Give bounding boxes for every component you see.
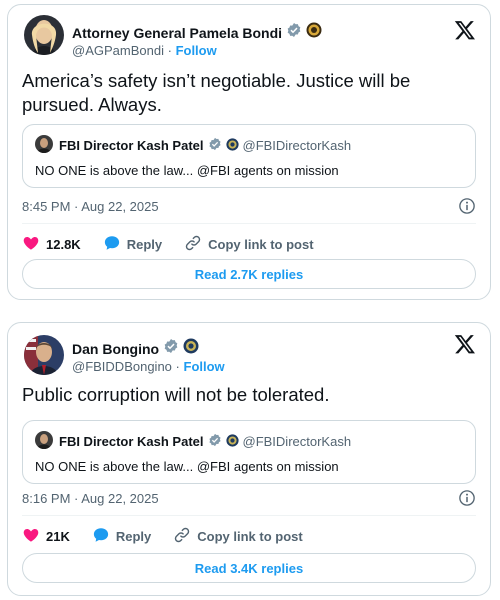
government-seal-icon [306,22,322,43]
quoted-post-text: NO ONE is above the law... @FBI agents o… [35,163,339,178]
quoted-post[interactable]: FBI Director Kash Patel @FBIDirectorKash… [22,124,476,188]
author-avatar[interactable] [24,335,64,375]
x-logo-icon[interactable] [454,19,476,41]
quoted-author-avatar [35,431,53,449]
link-icon [173,526,191,547]
post-card: Attorney General Pamela Bondi @AGPamBond… [7,4,491,300]
post-text: Public corruption will not be tolerated. [22,384,330,405]
copy-link-button[interactable]: Copy link to post [184,234,314,255]
action-bar: 21K Reply Copy link to post [22,526,476,547]
copy-link-button[interactable]: Copy link to post [173,526,303,547]
post-card: Dan Bongino @FBIDDBongino · Follow Publi… [7,322,491,596]
verified-badge-icon [208,137,222,154]
copy-link-label: Copy link to post [208,237,314,252]
heart-icon [22,234,40,255]
handle-row: @FBIDDBongino · Follow [72,359,225,374]
quoted-author-handle: @FBIDirectorKash [242,434,352,449]
follow-button[interactable]: Follow [176,43,217,58]
quoted-author-avatar [35,135,53,153]
quoted-post-text: NO ONE is above the law... @FBI agents o… [35,459,339,474]
separator: · [175,359,180,374]
info-icon[interactable] [458,197,476,215]
fbi-seal-icon [183,338,199,359]
x-logo-icon[interactable] [454,333,476,355]
separator: · [167,43,172,58]
copy-link-label: Copy link to post [197,529,303,544]
author-avatar[interactable] [24,15,64,55]
like-button[interactable]: 12.8K [22,234,81,255]
read-replies-button[interactable]: Read 2.7K replies [22,259,476,289]
divider [22,515,476,516]
action-bar: 12.8K Reply Copy link to post [22,234,476,255]
info-icon[interactable] [458,489,476,507]
author-name[interactable]: Dan Bongino [72,341,159,357]
quoted-author-name: FBI Director Kash Patel [59,138,204,153]
read-replies-button[interactable]: Read 3.4K replies [22,553,476,583]
author-handle[interactable]: @FBIDDBongino [72,359,172,374]
author-name[interactable]: Attorney General Pamela Bondi [72,25,282,41]
follow-button[interactable]: Follow [184,359,225,374]
like-count: 21K [46,529,70,544]
divider [22,223,476,224]
reply-label: Reply [126,237,163,252]
heart-icon [22,526,40,547]
handle-row: @AGPamBondi · Follow [72,43,217,58]
reply-label: Reply [115,529,152,544]
like-count: 12.8K [46,237,81,252]
verified-badge-icon [208,433,222,450]
reply-bubble-icon [103,234,121,255]
fbi-seal-icon [225,137,239,154]
verified-badge-icon [163,338,179,359]
reply-button[interactable]: Reply [92,526,151,547]
post-text: America’s safety isn’t negotiable. Justi… [22,70,411,115]
quoted-author-handle: @FBIDirectorKash [242,138,352,153]
like-button[interactable]: 21K [22,526,70,547]
link-icon [184,234,202,255]
post-timestamp[interactable]: 8:45 PM · Aug 22, 2025 [22,199,159,214]
post-timestamp[interactable]: 8:16 PM · Aug 22, 2025 [22,491,159,506]
quoted-post[interactable]: FBI Director Kash Patel @FBIDirectorKash… [22,420,476,484]
reply-bubble-icon [92,526,110,547]
fbi-seal-icon [225,433,239,450]
reply-button[interactable]: Reply [103,234,162,255]
verified-badge-icon [286,22,302,43]
quoted-author-name: FBI Director Kash Patel [59,434,204,449]
author-handle[interactable]: @AGPamBondi [72,43,164,58]
